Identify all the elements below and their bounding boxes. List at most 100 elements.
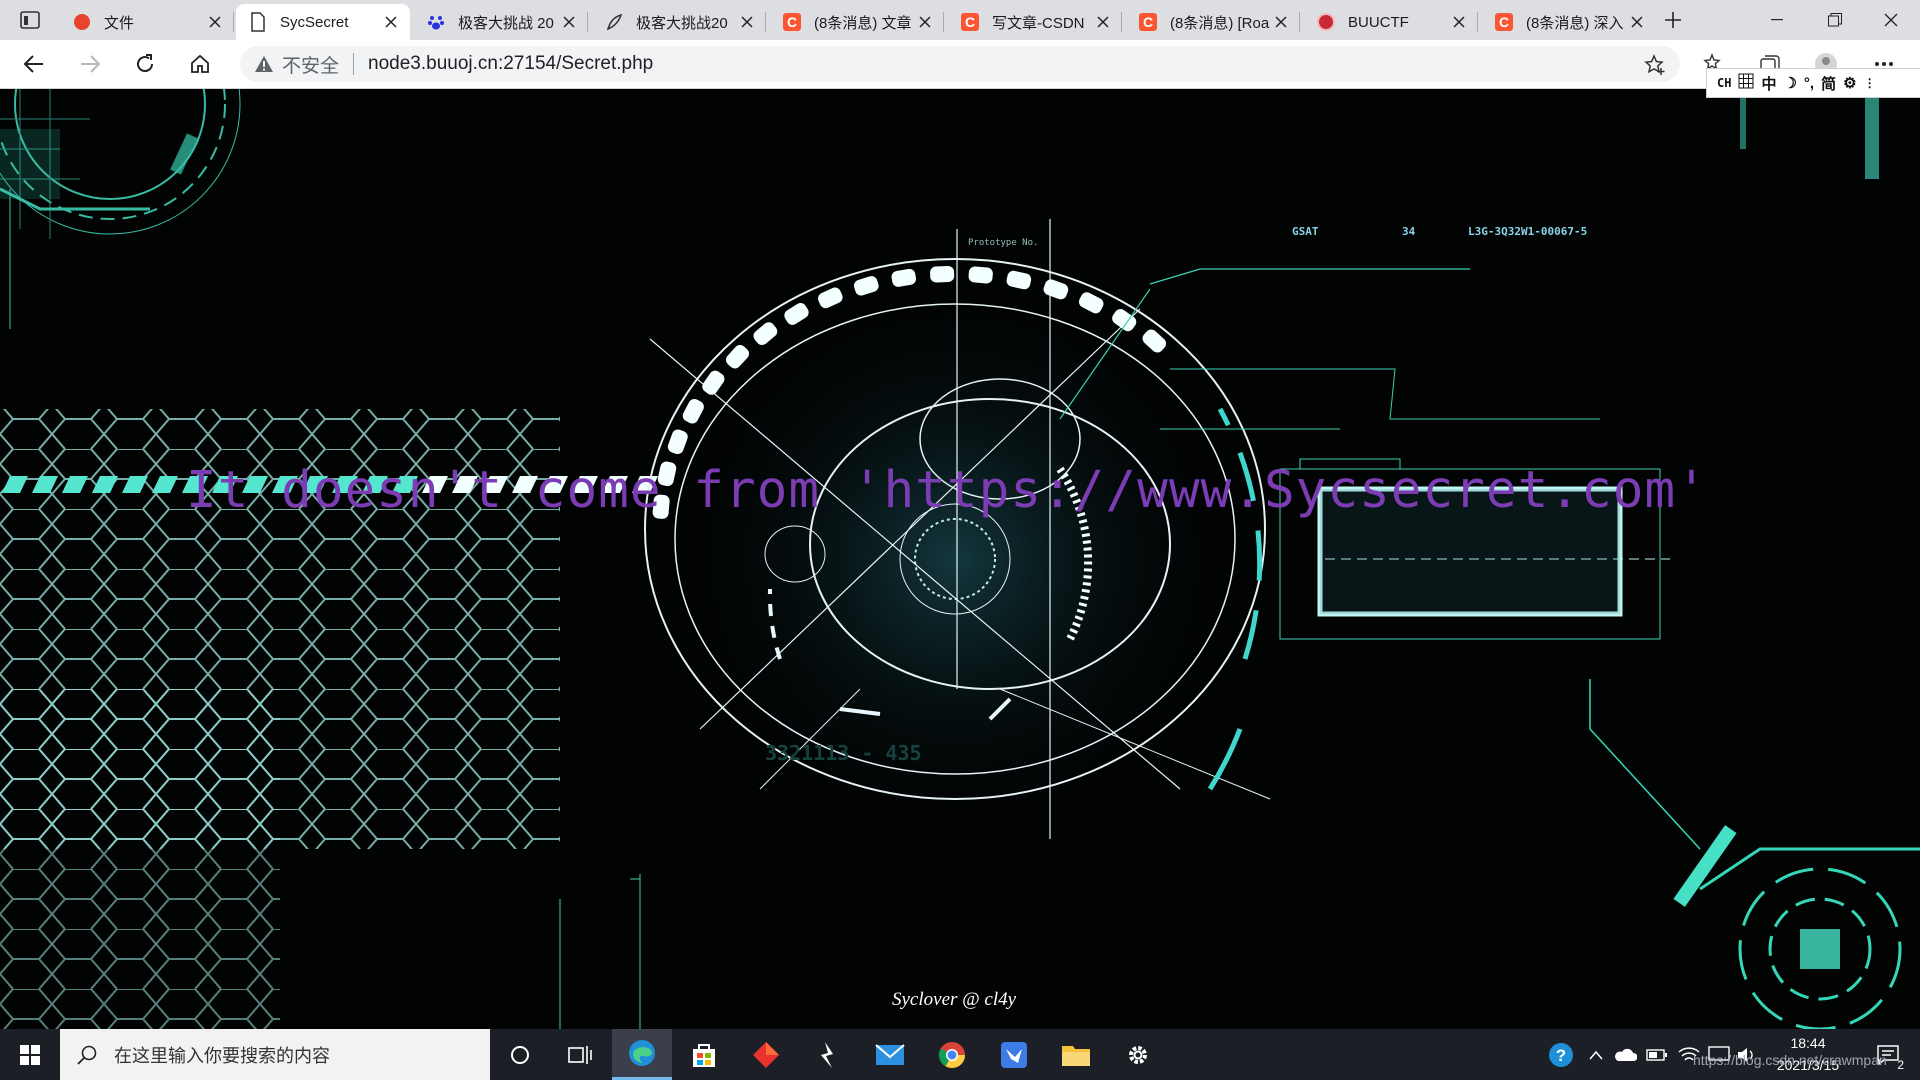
close-tab-icon[interactable] [380,11,402,33]
ime-simplified-toggle[interactable]: 简 [1821,73,1836,94]
svg-text:?: ? [1556,1046,1566,1065]
windows-taskbar: 在这里输入你要搜索的内容 ? 18:44 2021/3/15 2 [0,1029,1920,1080]
tab-title: 文件 [104,14,135,32]
ime-toolbar: CH 中 ☽ °, 简 ⚙ ⋮ [1706,68,1920,98]
close-tab-icon[interactable] [1270,11,1292,33]
task-view-icon[interactable] [550,1029,610,1080]
gear-tooth [702,370,725,395]
csdn-icon: C [1138,12,1158,32]
tab-csdn-write[interactable]: C 写文章-CSDN [948,4,1122,40]
ime-mode[interactable]: CH [1717,76,1731,90]
gear-tooth [682,399,704,424]
settings-gear-icon[interactable] [1108,1029,1168,1080]
tab-csdn-deep[interactable]: C (8条消息) 深入 [1482,4,1656,40]
close-tab-icon[interactable] [1448,11,1470,33]
new-tab-button[interactable] [1655,4,1691,36]
refresh-button[interactable] [125,46,165,82]
feather-icon [604,12,624,32]
tab-title: SycSecret [280,13,349,31]
tab-csdn-roa[interactable]: C (8条消息) [Roa [1126,4,1300,40]
chevron-up-icon[interactable] [1583,1042,1609,1068]
lightning-app-icon[interactable] [798,1029,858,1080]
tab-title: (8条消息) 深入 [1526,14,1624,32]
tab-title: 写文章-CSDN [992,14,1085,32]
chrome-icon[interactable] [922,1029,982,1080]
close-tab-icon[interactable] [558,11,580,33]
tab-title: (8条消息) [Roa [1170,14,1270,32]
taskbar-search-box[interactable]: 在这里输入你要搜索的内容 [60,1029,490,1080]
hud-background-graphic [0,89,1920,1029]
csdn-icon: C [1494,12,1514,32]
address-toolbar: 不安全 node3.buuoj.cn:27154/Secret.php [0,40,1920,89]
ime-menu-icon[interactable]: ⋮ [1864,76,1876,90]
gear-tooth [968,266,993,284]
microsoft-store-icon[interactable] [674,1029,734,1080]
tab-title: 极客大挑战20 [636,14,728,32]
search-placeholder: 在这里输入你要搜索的内容 [114,1045,330,1066]
tab-title: 极客大挑战 20 [458,14,554,32]
gear-tooth [1142,329,1167,353]
page-headline: It doesn't come from 'https://www.Sycsec… [186,461,1708,520]
back-button[interactable] [14,46,54,82]
feishu-app-icon[interactable] [984,1029,1044,1080]
hud-label: GSAT [1292,225,1319,238]
tab-buuctf[interactable]: BUUCTF [1304,4,1478,40]
battery-icon[interactable] [1644,1042,1670,1068]
dingtalk-icon [72,12,92,32]
close-window-button[interactable] [1862,0,1920,40]
warning-icon[interactable] [254,54,274,74]
taskbar-edge-icon[interactable] [612,1029,672,1080]
forward-button[interactable] [70,46,110,82]
gear-tooth [753,322,778,346]
clock-time: 18:44 [1790,1035,1826,1051]
cortana-icon[interactable] [490,1029,550,1080]
notification-count: 2 [1897,1058,1904,1072]
restore-button[interactable] [1806,0,1864,40]
add-favorite-icon[interactable] [1644,54,1666,76]
onedrive-icon[interactable] [1612,1042,1638,1068]
tab-title: BUUCTF [1348,13,1409,31]
red-diamond-app-icon[interactable] [736,1029,796,1080]
start-button[interactable] [0,1029,60,1080]
home-button[interactable] [180,46,220,82]
tab-csdn-articles[interactable]: C (8条消息) 文章 [770,4,944,40]
close-tab-icon[interactable] [914,11,936,33]
tab-actions-menu-icon[interactable] [8,6,52,34]
baidu-paw-icon [426,12,446,32]
search-icon [76,1044,98,1066]
help-icon[interactable]: ? [1548,1042,1574,1068]
close-tab-icon[interactable] [204,11,226,33]
tab-geek-challenge-1[interactable]: 极客大挑战 20 [414,4,588,40]
gear-tooth [930,265,955,283]
punctuation-icon[interactable]: °, [1804,75,1814,92]
minimize-button[interactable] [1748,0,1806,40]
tab-sycsecret[interactable]: SycSecret [236,4,410,40]
moon-icon[interactable]: ☽ [1783,74,1796,92]
csdn-icon: C [782,12,802,32]
hud-label: 34 [1402,225,1416,238]
mail-icon[interactable] [860,1029,920,1080]
page-credit: Syclover @ cl4y [892,989,1017,1010]
csdn-icon: C [960,12,980,32]
tab-geek-challenge-2[interactable]: 极客大挑战20 [592,4,766,40]
tab-title: (8条消息) 文章 [814,14,912,32]
csdn-watermark: https://blog.csdn.net/crawmpan [1693,1052,1887,1068]
page-content: GSAT 34 L3G-3Q32W1-00067-5 Prototype No.… [0,89,1920,1029]
tab-files[interactable]: 文件 [60,4,234,40]
hud-label: L3G-3Q32W1-00067-5 [1468,225,1588,238]
file-explorer-icon[interactable] [1046,1029,1106,1080]
close-tab-icon[interactable] [736,11,758,33]
buuctf-icon [1316,12,1336,32]
gear-tooth [667,429,688,455]
ime-settings-icon[interactable]: ⚙ [1843,74,1856,92]
close-tab-icon[interactable] [1092,11,1114,33]
url-text[interactable]: node3.buuoj.cn:27154/Secret.php [368,53,653,75]
keyboard-grid-icon[interactable] [1738,73,1754,93]
page-icon [248,12,268,32]
tab-strip: 文件 SycSecret 极客大挑战 20 极客大挑战20 C (8条消息) 文… [0,0,1920,40]
address-bar[interactable]: 不安全 node3.buuoj.cn:27154/Secret.php [240,46,1680,82]
security-label[interactable]: 不安全 [282,51,339,78]
ime-chinese-toggle[interactable]: 中 [1761,73,1776,94]
hud-label: Prototype No. [968,238,1039,248]
close-tab-icon[interactable] [1626,11,1648,33]
